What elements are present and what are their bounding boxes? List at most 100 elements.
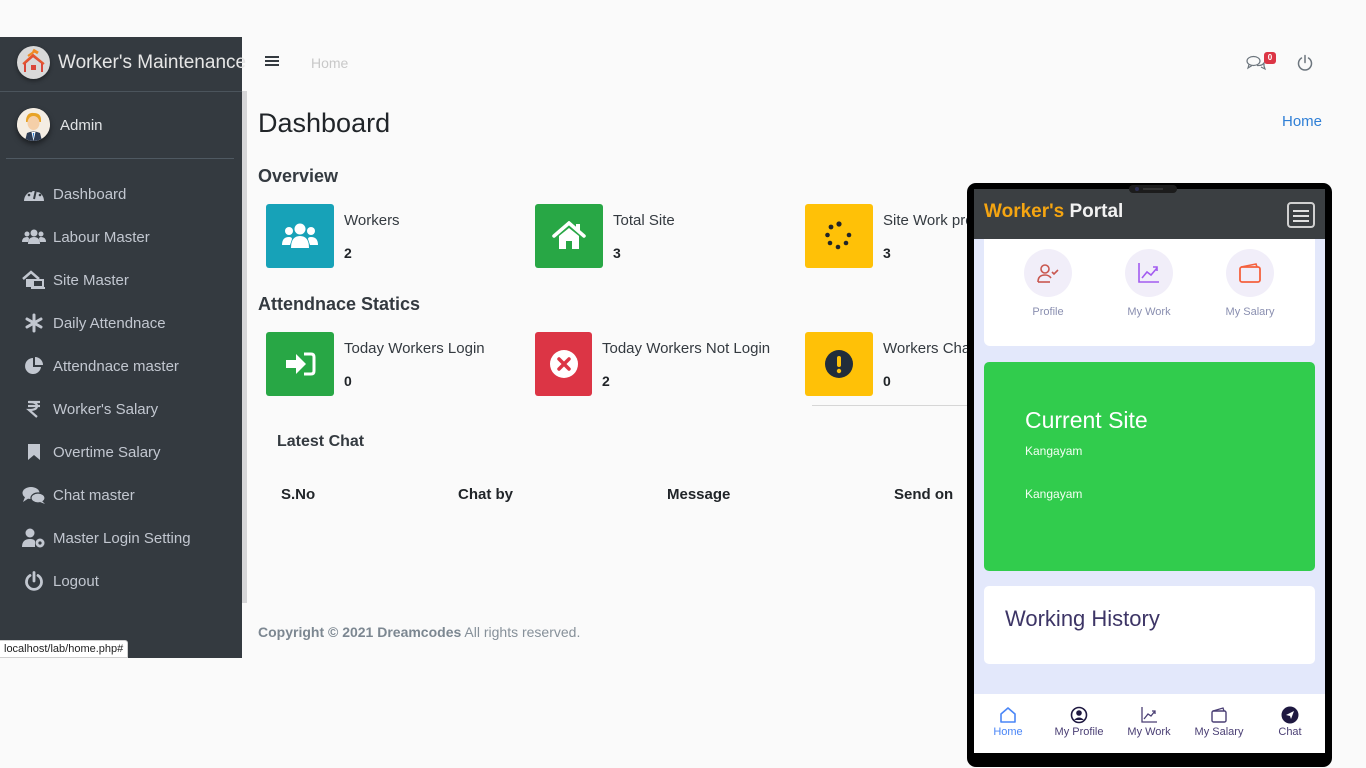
table-header-chat-by: Chat by: [458, 486, 514, 503]
sidebar-item-chat-master[interactable]: Chat master: [0, 475, 242, 515]
footer-copyright: Copyright © 2021 Dreamcodes: [258, 624, 462, 640]
current-site-title: Current Site: [1025, 407, 1148, 433]
info-box-value: 3: [883, 245, 891, 261]
tab-my-profile[interactable]: My Profile: [1044, 706, 1114, 738]
trend-chart-icon: [1114, 706, 1184, 724]
portal-brand-part1: Worker's: [984, 201, 1065, 222]
menu-toggle-button[interactable]: [263, 54, 281, 72]
divider: [812, 405, 972, 406]
latest-chat-title: Latest Chat: [277, 433, 365, 450]
table-header-send-on: Send on: [894, 486, 954, 503]
user-cog-icon: [22, 528, 46, 548]
tab-label: Home: [993, 726, 1023, 738]
sidebar-item-label: Worker's Salary: [53, 400, 159, 418]
portal-header: Worker's Portal: [974, 189, 1325, 239]
sidebar-item-daily-attendance[interactable]: Daily Attendnace: [0, 303, 242, 343]
footer: Copyright © 2021 Dreamcodes All rights r…: [258, 624, 580, 640]
info-box-label: Today Workers Login: [344, 340, 485, 357]
users-icon: [266, 204, 334, 268]
sidebar-item-site-master[interactable]: Site Master: [0, 260, 242, 300]
sidebar-item-attendance-master[interactable]: Attendnace master: [0, 346, 242, 386]
info-box-today-not-login[interactable]: Today Workers Not Login 2: [535, 332, 795, 396]
sidebar-item-logout[interactable]: Logout: [0, 561, 242, 601]
table-header-sno: S.No: [281, 486, 316, 503]
sidebar: Worker's Maintenance Admin Dashboard Lab…: [0, 37, 246, 658]
tab-my-work[interactable]: My Work: [1114, 706, 1184, 738]
table-header-message: Message: [667, 486, 731, 503]
info-box-workers-chat[interactable]: Workers Chat 0: [805, 332, 970, 396]
info-box-workers[interactable]: Workers 2: [266, 204, 526, 268]
quick-link-my-work[interactable]: My Work: [1114, 249, 1184, 318]
tab-my-salary[interactable]: My Salary: [1184, 706, 1254, 738]
chat-count-badge: 0: [1264, 52, 1276, 64]
working-history-card[interactable]: Working History: [984, 586, 1315, 664]
pie-chart-icon: [22, 356, 46, 376]
info-box-label: Workers: [344, 212, 400, 229]
sidebar-item-master-login-setting[interactable]: Master Login Setting: [0, 518, 242, 558]
quick-link-profile[interactable]: Profile: [1013, 249, 1083, 318]
phone-camera-notch: [1129, 185, 1177, 193]
trend-chart-icon: [1125, 249, 1173, 297]
info-box-value: 0: [883, 373, 891, 389]
home-laptop-icon: [22, 270, 46, 290]
portal-tab-bar: Home My Profile My Work My Salary Chat: [974, 694, 1325, 753]
logout-button[interactable]: [1296, 54, 1314, 72]
sidebar-scrollbar[interactable]: [242, 91, 247, 603]
comments-icon: [1246, 55, 1267, 71]
sidebar-item-label: Dashboard: [53, 185, 127, 203]
page-title: Dashboard: [258, 108, 391, 138]
info-box-today-login[interactable]: Today Workers Login 0: [266, 332, 526, 396]
sidebar-item-workers-salary[interactable]: Worker's Salary: [0, 389, 242, 429]
sign-in-icon: [266, 332, 334, 396]
info-box-site-work-progress[interactable]: Site Work pro 3: [805, 204, 970, 268]
send-icon: [1255, 706, 1325, 724]
sidebar-item-label: Labour Master: [53, 228, 150, 246]
topbar-home-link[interactable]: Home: [311, 55, 348, 71]
sidebar-item-labour-master[interactable]: Labour Master: [0, 217, 242, 257]
user-panel[interactable]: Admin: [6, 92, 234, 159]
current-site-name: Kangayam: [1025, 444, 1083, 458]
user-circle-icon: [1044, 706, 1114, 724]
phone-mockup: Worker's Portal Profile My Work My Salar…: [967, 183, 1332, 767]
portal-menu-button[interactable]: [1287, 202, 1315, 228]
info-box-label: Workers Chat: [883, 340, 970, 357]
times-circle-icon: [535, 332, 592, 396]
users-icon: [22, 227, 46, 247]
comments-icon: [22, 485, 46, 505]
user-name: Admin: [60, 117, 103, 134]
info-box-total-site[interactable]: Total Site 3: [535, 204, 795, 268]
portal-brand: Worker's Portal: [984, 201, 1123, 223]
wallet-icon: [1226, 249, 1274, 297]
phone-screen: Worker's Portal Profile My Work My Salar…: [974, 189, 1325, 753]
info-box-value: 3: [613, 245, 621, 261]
home-icon: [974, 706, 1043, 724]
footer-rights: All rights reserved.: [461, 624, 581, 640]
quick-link-my-salary[interactable]: My Salary: [1215, 249, 1285, 318]
sidebar-item-overtime-salary[interactable]: Overtime Salary: [0, 432, 242, 472]
page: Worker's Maintenance Admin Dashboard Lab…: [0, 0, 1366, 768]
brand-link[interactable]: Worker's Maintenance: [0, 37, 246, 92]
info-box-value: 2: [344, 245, 352, 261]
wallet-icon: [1184, 706, 1254, 724]
house-icon: [535, 204, 603, 268]
overview-title: Overview: [258, 166, 339, 186]
sidebar-item-dashboard[interactable]: Dashboard: [0, 174, 242, 214]
tab-chat[interactable]: Chat: [1255, 706, 1325, 738]
info-box-value: 0: [344, 373, 352, 389]
sidebar-item-label: Chat master: [53, 486, 135, 504]
info-box-value: 2: [602, 373, 610, 389]
current-site-card[interactable]: Current Site Kangayam Kangayam: [984, 362, 1315, 571]
attendance-title: Attendnace Statics: [258, 294, 421, 314]
breadcrumb-home[interactable]: Home: [1282, 113, 1322, 130]
sidebar-item-label: Daily Attendnace: [53, 314, 166, 332]
chat-notifications-button[interactable]: [1246, 54, 1267, 72]
tab-label: My Profile: [1054, 726, 1104, 738]
info-box-label: Total Site: [613, 212, 675, 229]
sidebar-item-label: Attendnace master: [53, 357, 179, 375]
brand-text: Worker's Maintenance: [58, 52, 247, 73]
tab-label: My Work: [1127, 726, 1171, 738]
user-check-icon: [1024, 249, 1072, 297]
tab-home[interactable]: Home: [974, 706, 1043, 738]
sidebar-item-label: Logout: [53, 572, 99, 590]
quick-link-label: My Work: [1127, 306, 1171, 318]
